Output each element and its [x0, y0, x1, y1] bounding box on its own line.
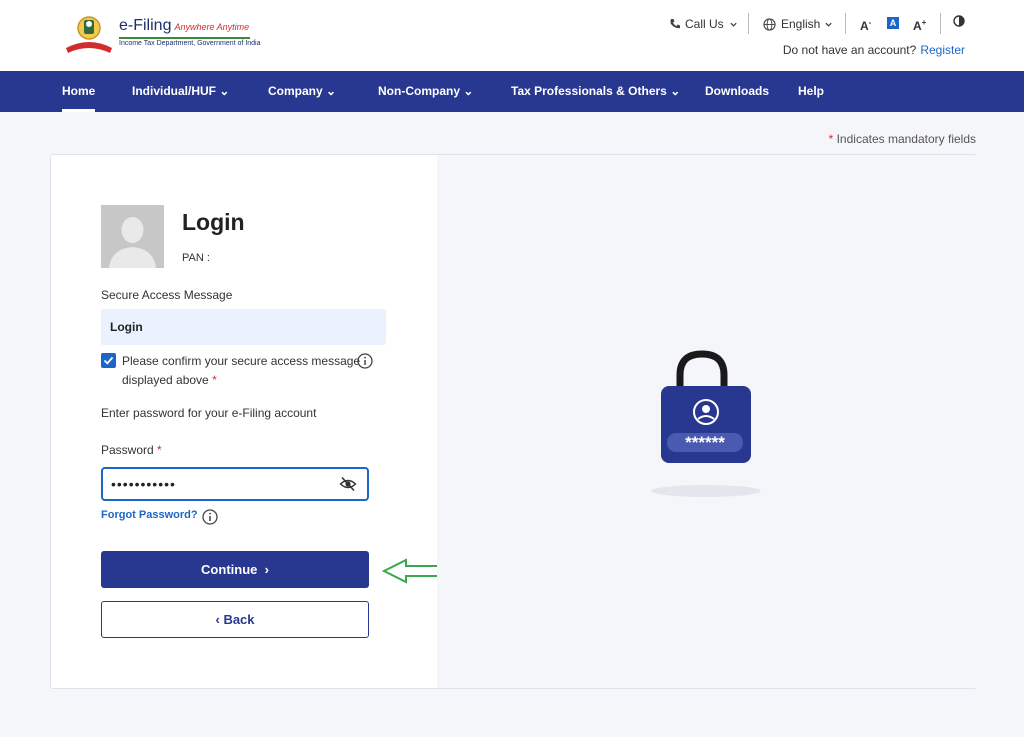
- register-link[interactable]: Register: [920, 43, 965, 57]
- language-label: English: [781, 17, 821, 31]
- divider: [845, 13, 846, 34]
- efiling-logo[interactable]: e-Filing Anywhere Anytime Income Tax Depa…: [62, 14, 261, 56]
- checkmark-icon: [103, 356, 114, 365]
- nav-item-individual-huf[interactable]: Individual/HUF ⌄: [132, 71, 229, 112]
- chevron-down-icon: ⌄: [463, 84, 474, 98]
- info-icon[interactable]: [357, 353, 373, 369]
- font-increase-button[interactable]: A+: [913, 15, 926, 33]
- font-normal-button[interactable]: A: [887, 17, 899, 29]
- mandatory-note: * Indicates mandatory fields: [828, 132, 976, 146]
- pan-label: PAN :: [182, 252, 210, 264]
- header: e-Filing Anywhere Anytime Income Tax Depa…: [0, 0, 1024, 71]
- nav-item-non-company[interactable]: Non-Company ⌄: [378, 71, 473, 112]
- enter-password-text: Enter password for your e-Filing account: [101, 406, 317, 420]
- chevron-down-icon: ⌄: [219, 84, 230, 98]
- chevron-right-icon: ›: [264, 562, 269, 577]
- chevron-down-icon: ⌄: [326, 84, 337, 98]
- logo-subtitle: Income Tax Department, Government of Ind…: [119, 40, 261, 47]
- eye-off-icon[interactable]: [339, 476, 357, 492]
- chevron-left-icon: ‹: [215, 612, 220, 627]
- call-us-dropdown[interactable]: Call Us: [669, 15, 738, 33]
- chevron-down-icon: ⌄: [670, 84, 681, 98]
- nav-item-help[interactable]: Help: [798, 71, 824, 112]
- continue-button[interactable]: Continue ›: [101, 551, 369, 588]
- language-dropdown[interactable]: English: [763, 15, 833, 33]
- page-title: Login: [182, 209, 245, 235]
- confirm-label: Please confirm your secure access messag…: [122, 354, 361, 387]
- contrast-icon[interactable]: [953, 15, 965, 27]
- avatar: [101, 205, 164, 268]
- lock-illustration: ******: [651, 350, 761, 505]
- secure-access-message: Login: [101, 309, 386, 345]
- secure-access-label: Secure Access Message: [101, 288, 233, 302]
- no-account-text: Do not have an account?: [782, 43, 917, 57]
- chevron-down-icon: [825, 22, 833, 27]
- emblem-icon: [66, 16, 112, 53]
- account-prompt: Do not have an account? Register: [783, 43, 965, 57]
- masked-password-text: ******: [685, 433, 725, 452]
- user-silhouette-icon: [101, 205, 164, 268]
- login-card: Login PAN : Secure Access Message Login …: [50, 154, 977, 689]
- phone-icon: [670, 19, 680, 29]
- logo-title: e-Filing: [119, 17, 172, 34]
- logo-divider: [119, 37, 250, 39]
- illustration-panel: ******: [437, 155, 977, 688]
- globe-icon: [763, 17, 776, 31]
- call-us-label: Call Us: [685, 17, 724, 31]
- nav-item-company[interactable]: Company ⌄: [268, 71, 336, 112]
- nav-item-downloads[interactable]: Downloads: [705, 71, 769, 112]
- forgot-password-link[interactable]: Forgot Password?: [101, 509, 198, 521]
- confirm-checkbox[interactable]: [101, 353, 116, 368]
- info-icon[interactable]: [202, 509, 218, 525]
- nav-item-home[interactable]: Home: [62, 71, 96, 112]
- chevron-down-icon: [730, 22, 737, 27]
- password-field[interactable]: [101, 467, 369, 501]
- logo-tagline: Anywhere Anytime: [174, 22, 250, 32]
- font-decrease-button[interactable]: A-: [860, 15, 871, 33]
- nav-item-tax-professionals[interactable]: Tax Professionals & Others ⌄: [511, 71, 680, 112]
- password-label: Password *: [101, 443, 162, 457]
- back-button[interactable]: ‹ Back: [101, 601, 369, 638]
- main-nav: Home Individual/HUF ⌄ Company ⌄ Non-Comp…: [0, 71, 1024, 112]
- unlocked-padlock-icon: ******: [651, 350, 761, 497]
- divider: [748, 13, 749, 34]
- divider: [940, 13, 941, 34]
